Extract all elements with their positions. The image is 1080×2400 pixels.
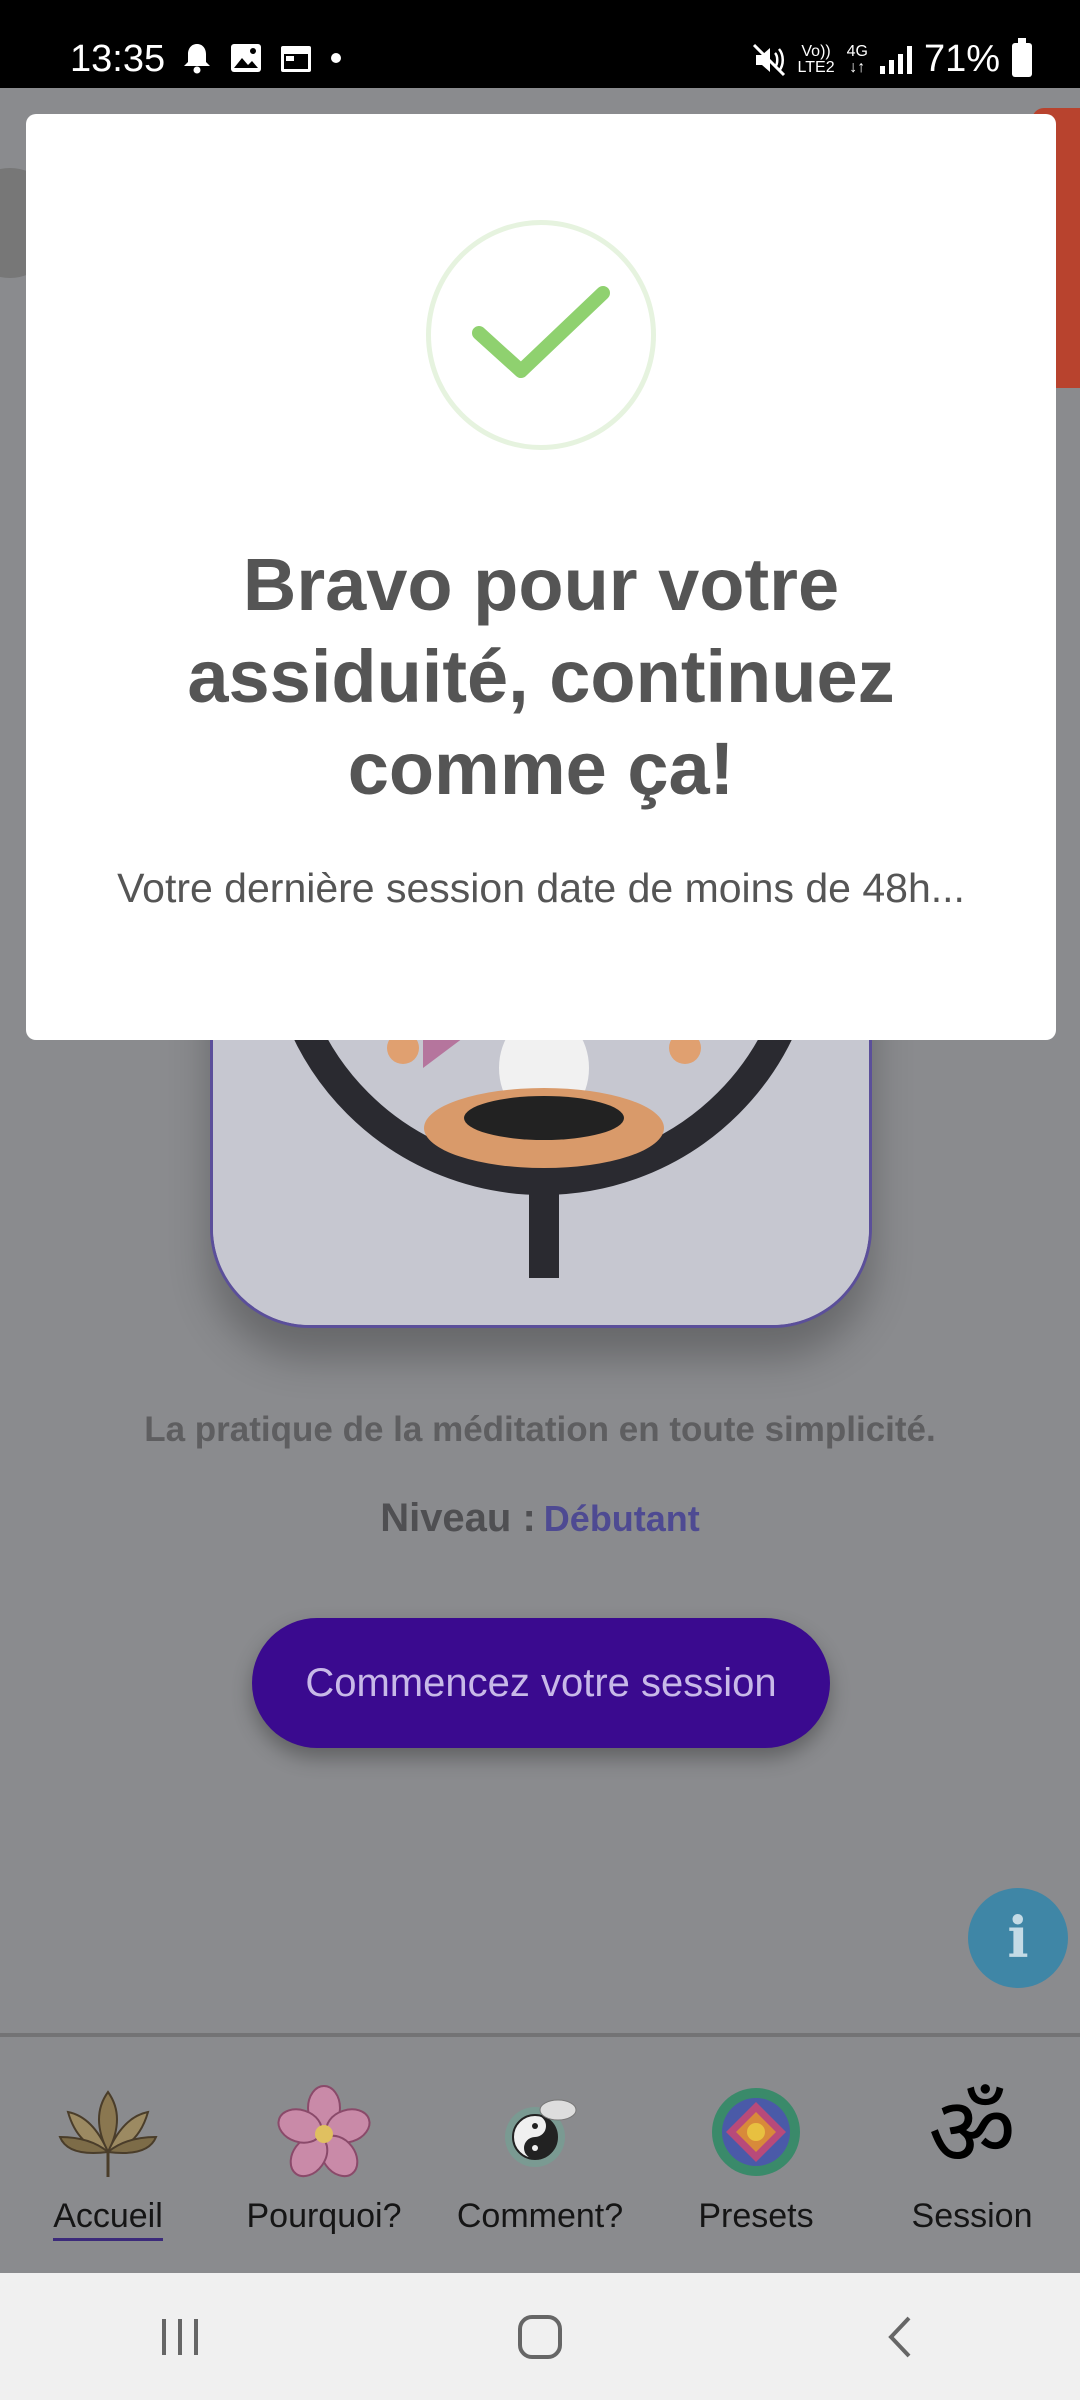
level-value: Débutant — [543, 1498, 700, 1539]
tab-label: Session — [911, 2197, 1033, 2235]
status-time: 13:35 — [70, 38, 166, 80]
tab-label: Comment? — [456, 2197, 624, 2235]
om-icon: ॐ — [917, 2077, 1027, 2187]
signal-icon — [879, 45, 912, 74]
tab-label: Presets — [698, 2197, 814, 2235]
level-row: Niveau : Débutant — [0, 1496, 1080, 1541]
bell-icon — [184, 44, 210, 74]
mandala-icon — [701, 2077, 811, 2187]
lotus-icon — [53, 2077, 163, 2187]
tab-comment[interactable]: Comment? — [432, 2037, 648, 2273]
tab-label: Accueil — [53, 2197, 163, 2241]
recents-icon — [162, 2318, 198, 2355]
info-icon[interactable]: i — [968, 1888, 1068, 1988]
tagline: La pratique de la méditation en toute si… — [144, 1410, 936, 1449]
system-navigation-bar — [0, 2273, 1080, 2400]
system-indicators: Vo)) LTE2 4G ↓↑ 71% — [752, 37, 1032, 81]
start-session-button[interactable]: Commencez votre session — [252, 1618, 830, 1748]
tab-presets[interactable]: Presets — [648, 2037, 864, 2273]
home-icon — [518, 2314, 562, 2359]
notification-icons — [182, 42, 342, 74]
home-button[interactable] — [480, 2297, 600, 2377]
dialog-title: Bravo pour votre assiduité, continuez co… — [187, 543, 895, 810]
tab-pourquoi[interactable]: Pourquoi? — [216, 2037, 432, 2273]
flower-icon — [269, 2077, 379, 2187]
battery-icon — [1012, 37, 1032, 77]
dialog-message: Votre dernière session date de moins de … — [117, 865, 965, 911]
tab-label: Pourquoi? — [246, 2197, 402, 2235]
yin-yang-icon — [485, 2077, 595, 2187]
mute-icon — [752, 43, 785, 76]
om-glyph: ॐ — [928, 2076, 1016, 2188]
data-indicator: 4G ↓↑ — [846, 42, 868, 76]
calendar-icon — [281, 46, 311, 72]
status-bar: 13:35 Vo)) LTE2 4G ↓↑ 71% — [0, 0, 1080, 88]
battery-percent: 71% — [923, 38, 1000, 80]
tab-accueil[interactable]: Accueil — [0, 2037, 216, 2273]
tab-session[interactable]: ॐ Session — [864, 2037, 1080, 2273]
success-dialog: Bravo pour votre assiduité, continuez co… — [26, 114, 1056, 1040]
checkmark-icon — [472, 286, 610, 378]
recents-button[interactable] — [120, 2297, 240, 2377]
dot-icon — [331, 53, 341, 63]
level-label: Niveau : — [380, 1496, 536, 1540]
back-icon — [888, 2316, 911, 2357]
success-icon-circle — [426, 220, 656, 450]
bottom-tab-bar: Accueil Pourquoi? Comment? Presets ॐ Ses… — [0, 2033, 1080, 2273]
image-icon — [231, 44, 261, 72]
back-button[interactable] — [840, 2297, 960, 2377]
volte-indicator: Vo)) LTE2 — [797, 42, 835, 76]
